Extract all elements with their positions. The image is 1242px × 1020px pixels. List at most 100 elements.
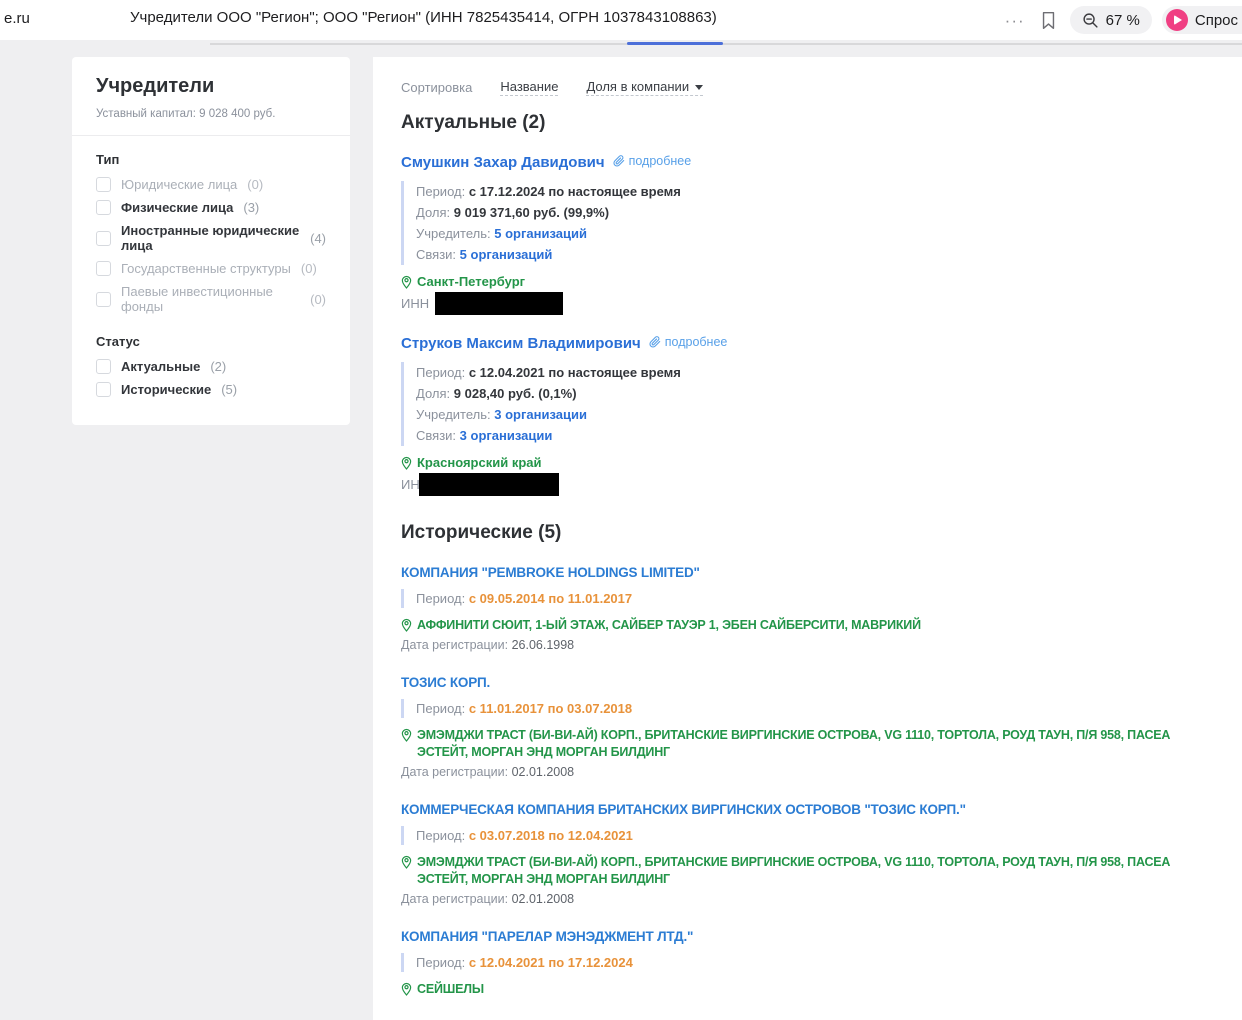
tab-progress-indicator — [627, 42, 723, 45]
founder-details: Период: с 12.04.2021 по настоящее время … — [401, 362, 1212, 446]
more-options-icon[interactable]: ··· — [1003, 8, 1027, 33]
company-name-link[interactable]: КОМПАНИЯ "PEMBROKE HOLDINGS LIMITED" — [401, 565, 700, 580]
founders-sidebar: Учредители Уставный капитал: 9 028 400 р… — [72, 57, 350, 425]
filter-historical[interactable]: Исторические (5) — [96, 382, 326, 397]
company-name-link[interactable]: ТОЗИС КОРП. — [401, 675, 490, 690]
sort-label: Сортировка — [401, 80, 472, 95]
founder-entry-historical: КОММЕРЧЕСКАЯ КОМПАНИЯ БРИТАНСКИХ ВИРГИНС… — [401, 801, 1212, 906]
founders-list: Сортировка Название Доля в компании Акту… — [373, 57, 1242, 1020]
filter-individuals[interactable]: Физические лица (3) — [96, 200, 326, 215]
paperclip-icon — [649, 336, 661, 348]
zoom-level: 67 % — [1106, 12, 1140, 29]
founder-entry: Струков Максим Владимирович подробнее Пе… — [401, 335, 1212, 496]
bookmark-icon[interactable] — [1037, 8, 1060, 33]
location-pin-icon — [401, 618, 412, 632]
filter-actual[interactable]: Актуальные (2) — [96, 359, 326, 374]
checkbox[interactable] — [96, 231, 111, 246]
address-text: ЭМЭМДЖИ ТРАСТ (БИ-ВИ-АЙ) КОРП., БРИТАНСК… — [417, 854, 1211, 888]
location-row: Красноярский край — [401, 455, 1212, 470]
checkbox[interactable] — [96, 177, 111, 192]
share-row: Доля: 9 028,40 руб. (0,1%) — [416, 383, 1212, 404]
registration-date-row: Дата регистрации: 02.01.2008 — [401, 765, 1212, 779]
location-pin-icon — [401, 456, 412, 470]
sidebar-title: Учредители — [96, 75, 326, 98]
founder-details: Период: с 12.04.2021 по 17.12.2024 — [401, 953, 1212, 972]
location-text: Красноярский край — [417, 455, 541, 470]
redacted-inn — [435, 292, 563, 315]
location-row: Санкт-Петербург — [401, 274, 1212, 289]
location-text: Санкт-Петербург — [417, 274, 525, 289]
checkbox[interactable] — [96, 200, 111, 215]
links-orgs-link[interactable]: 3 организации — [460, 428, 553, 443]
inn-row: ИНН — [401, 292, 1212, 315]
address-row: СЕЙШЕЛЫ — [401, 981, 1211, 998]
founder-orgs-link[interactable]: 3 организации — [494, 407, 587, 422]
zoom-control[interactable]: 67 % — [1070, 6, 1152, 34]
share-row: Доля: 9 019 371,60 руб. (99,9%) — [416, 202, 1212, 223]
period-row: Период: с 17.12.2024 по настоящее время — [416, 181, 1212, 202]
location-pin-icon — [401, 982, 412, 996]
founder-details: Период: с 11.01.2017 по 03.07.2018 — [401, 699, 1212, 718]
checkbox[interactable] — [96, 292, 111, 307]
divider — [72, 135, 350, 136]
links-orgs-row: Связи: 3 организации — [416, 425, 1212, 446]
registration-date-row: Дата регистрации: 02.01.2008 — [401, 892, 1212, 906]
checkbox[interactable] — [96, 382, 111, 397]
location-pin-icon — [401, 728, 412, 742]
period-row: Период: с 12.04.2021 по настоящее время — [416, 362, 1212, 383]
company-name-link[interactable]: КОММЕРЧЕСКАЯ КОМПАНИЯ БРИТАНСКИХ ВИРГИНС… — [401, 802, 966, 817]
founder-name-link[interactable]: Смушкин Захар Давидович — [401, 154, 605, 171]
period-row: Период: с 09.05.2014 по 11.01.2017 — [416, 589, 1212, 608]
founder-details: Период: с 17.12.2024 по настоящее время … — [401, 181, 1212, 265]
founder-entry-historical: КОМПАНИЯ "PEMBROKE HOLDINGS LIMITED" Пер… — [401, 564, 1212, 652]
founder-entry: Смушкин Захар Давидович подробнее Период… — [401, 154, 1212, 315]
paperclip-icon — [613, 155, 625, 167]
address-text: АФФИНИТИ СЮИТ, 1-ЫЙ ЭТАЖ, САЙБЕР ТАУЭР 1… — [417, 617, 921, 634]
registration-date-row: Дата регистрации: 26.06.1998 — [401, 638, 1212, 652]
company-name-link[interactable]: КОМПАНИЯ "ПАРЕЛАР МЭНЭДЖМЕНТ ЛТД." — [401, 929, 693, 944]
charter-capital: Уставный капитал: 9 028 400 руб. — [96, 108, 326, 120]
checkbox[interactable] — [96, 359, 111, 374]
founder-entry-historical: КОМПАНИЯ "ПАРЕЛАР МЭНЭДЖМЕНТ ЛТД." Перио… — [401, 928, 1212, 998]
links-orgs-row: Связи: 5 организаций — [416, 244, 1212, 265]
address-text: СЕЙШЕЛЫ — [417, 981, 484, 998]
sort-by-name[interactable]: Название — [500, 79, 558, 96]
address-row: АФФИНИТИ СЮИТ, 1-ЫЙ ЭТАЖ, САЙБЕР ТАУЭР 1… — [401, 617, 1211, 634]
browser-bar: e.ru Учредители ООО "Регион"; ООО "Регио… — [0, 0, 1242, 40]
filter-foreign-legal-entities[interactable]: Иностранные юридические лица (4) — [96, 223, 326, 253]
founder-details: Период: с 09.05.2014 по 11.01.2017 — [401, 589, 1212, 608]
founder-name-link[interactable]: Струков Максим Владимирович — [401, 335, 641, 352]
location-pin-icon — [401, 275, 412, 289]
sort-row: Сортировка Название Доля в компании — [401, 79, 1212, 96]
founder-orgs-link[interactable]: 5 организаций — [494, 226, 587, 241]
filter-legal-entities[interactable]: Юридические лица (0) — [96, 177, 326, 192]
sort-by-share[interactable]: Доля в компании — [586, 79, 703, 96]
founder-orgs-row: Учредитель: 3 организации — [416, 404, 1212, 425]
address-text: ЭМЭМДЖИ ТРАСТ (БИ-ВИ-АЙ) КОРП., БРИТАНСК… — [417, 727, 1211, 761]
period-row: Период: с 12.04.2021 по 17.12.2024 — [416, 953, 1212, 972]
address-url[interactable]: e.ru — [4, 10, 30, 27]
assistant-button[interactable]: Спрос — [1162, 6, 1242, 34]
details-link[interactable]: подробнее — [613, 154, 692, 168]
links-orgs-link[interactable]: 5 организаций — [460, 247, 553, 262]
location-pin-icon — [401, 855, 412, 869]
redacted-inn — [419, 473, 559, 496]
filter-government[interactable]: Государственные структуры (0) — [96, 261, 326, 276]
filter-group-title: Статус — [96, 334, 326, 349]
filter-group-type: Тип Юридические лица (0) Физические лица… — [96, 152, 326, 314]
inn-row: ИНН — [401, 473, 1212, 496]
alice-icon — [1166, 9, 1188, 31]
zoom-out-icon — [1082, 12, 1099, 29]
period-row: Период: с 03.07.2018 по 12.04.2021 — [416, 826, 1212, 845]
details-link[interactable]: подробнее — [649, 335, 728, 349]
period-row: Период: с 11.01.2017 по 03.07.2018 — [416, 699, 1212, 718]
chevron-down-icon — [695, 85, 703, 90]
filter-group-status: Статус Актуальные (2) Исторические (5) — [96, 334, 326, 397]
historical-heading: Исторические (5) — [401, 522, 1212, 544]
checkbox[interactable] — [96, 261, 111, 276]
founder-details: Период: с 03.07.2018 по 12.04.2021 — [401, 826, 1212, 845]
filter-investment-funds[interactable]: Паевые инвестиционные фонды (0) — [96, 284, 326, 314]
page-title: Учредители ООО "Регион"; ООО "Регион" (И… — [130, 9, 717, 26]
tab-progress-track — [210, 43, 1242, 45]
founder-entry-historical: ТОЗИС КОРП. Период: с 11.01.2017 по 03.0… — [401, 674, 1212, 779]
